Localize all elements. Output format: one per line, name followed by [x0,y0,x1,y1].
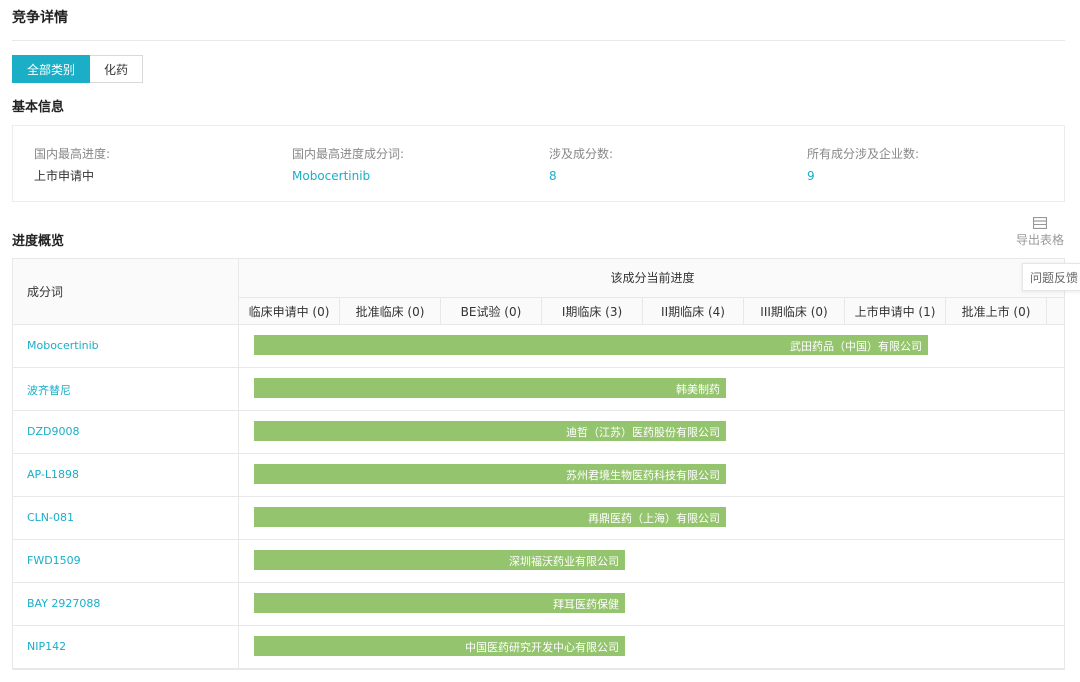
stage-header-cell: BE试验 (0) [441,297,542,325]
progress-table: 成分词 该成分当前进度 临床申请中 (0) 批准临床 (0) BE试验 (0) I期临… [12,258,1065,670]
progress-column-header: 该成分当前进度 临床申请中 (0) 批准临床 (0) BE试验 (0) I期临床 (3… [239,259,1064,325]
company-label: 迪哲（江苏）医药股份有限公司 [566,426,720,439]
table-row: Mobocertinib 武田药品（中国）有限公司 [13,325,1064,368]
table-row: DZD9008 迪哲（江苏）医药股份有限公司 [13,411,1064,454]
tab-all-categories[interactable]: 全部类别 [12,55,91,83]
stage-header-cell: 批准临床 (0) [340,297,441,325]
table-icon [1033,217,1047,229]
ingredient-link[interactable]: 波齐替尼 [27,382,71,398]
export-table-label: 导出表格 [1015,233,1064,247]
basic-info-panel: 国内最高进度: 上市申请中 国内最高进度成分词: Mobocertinib 涉及… [12,125,1065,202]
stage-header-cell: 上市申请中 (1) [845,297,946,325]
ingredient-link[interactable]: FWD1509 [27,554,81,567]
info-ingredient-count: 涉及成分数: 8 [549,146,613,184]
ingredient-link[interactable]: NIP142 [27,640,66,653]
table-row: FWD1509 深圳福沃药业有限公司 [13,540,1064,583]
basic-info-title: 基本信息 [12,100,65,115]
title-divider [12,40,1065,41]
stage-header-cell: 已 [1047,297,1064,325]
table-row: 波齐替尼 韩美制药 [13,368,1064,411]
ingredient-link[interactable]: BAY 2927088 [27,597,100,610]
progress-bar[interactable]: 苏州君境生物医药科技有限公司 [254,464,726,484]
info-label: 所有成分涉及企业数: [807,147,920,161]
stage-header-cell: 临床申请中 (0) [239,297,340,325]
progress-overview-title: 进度概览 [12,234,65,249]
ingredient-cell: AP-L1898 [13,454,239,496]
ingredient-link[interactable]: Mobocertinib [27,339,99,352]
export-table-button[interactable]: 导出表格 [1014,217,1066,248]
stage-header-cell: III期临床 (0) [744,297,845,325]
stage-header-cell: 批准上市 (0) [946,297,1047,325]
company-label: 中国医药研究开发中心有限公司 [465,641,619,654]
progress-bar[interactable]: 中国医药研究开发中心有限公司 [254,636,625,656]
table-row: BAY 2927088 拜耳医药保健 [13,583,1064,626]
table-row: CLN-081 再鼎医药（上海）有限公司 [13,497,1064,540]
table-row: NIP142 中国医药研究开发中心有限公司 [13,626,1064,669]
ingredient-cell: NIP142 [13,626,239,668]
ingredient-cell: BAY 2927088 [13,583,239,625]
stage-header-cell: II期临床 (4) [643,297,744,325]
info-value: 上市申请中 [34,169,95,183]
progress-bar[interactable]: 韩美制药 [254,378,726,398]
ingredient-link[interactable]: AP-L1898 [27,468,79,481]
company-label: 拜耳医药保健 [553,598,619,611]
ingredient-cell: Mobocertinib [13,325,239,367]
table-row: AP-L1898 苏州君境生物医药科技有限公司 [13,454,1064,497]
stage-header-cell: I期临床 (3) [542,297,643,325]
company-label: 韩美制药 [676,383,720,396]
ingredient-link[interactable]: DZD9008 [27,425,79,438]
ingredient-cell: CLN-081 [13,497,239,539]
tab-chemical-drug[interactable]: 化药 [90,55,144,83]
progress-bar[interactable]: 武田药品（中国）有限公司 [254,335,928,355]
info-value-link[interactable]: 9 [807,168,919,184]
category-tabs: 全部类别 化药 [12,55,144,83]
info-label: 涉及成分数: [549,147,614,161]
info-label: 国内最高进度成分词: [292,147,405,161]
info-highest-ingredient: 国内最高进度成分词: Mobocertinib [292,146,404,184]
progress-bar[interactable]: 拜耳医药保健 [254,593,625,613]
info-highest-progress: 国内最高进度: 上市申请中 [34,146,110,184]
feedback-button[interactable]: 问题反馈 [1022,263,1080,291]
progress-group-label: 该成分当前进度 [610,271,695,285]
page-title: 竞争详情 [12,10,68,26]
company-label: 深圳福沃药业有限公司 [509,555,619,568]
ingredient-column-header: 成分词 [13,259,239,325]
progress-bar[interactable]: 深圳福沃药业有限公司 [254,550,625,570]
progress-bar[interactable]: 迪哲（江苏）医药股份有限公司 [254,421,726,441]
progress-bar[interactable]: 再鼎医药（上海）有限公司 [254,507,726,527]
company-label: 苏州君境生物医药科技有限公司 [566,469,720,482]
company-label: 再鼎医药（上海）有限公司 [588,512,720,525]
company-label: 武田药品（中国）有限公司 [790,340,922,353]
ingredient-header-label: 成分词 [27,285,64,299]
info-label: 国内最高进度: [34,147,111,161]
info-value-link[interactable]: Mobocertinib [292,168,404,184]
ingredient-link[interactable]: CLN-081 [27,511,74,524]
ingredient-cell: DZD9008 [13,411,239,453]
ingredient-cell: 波齐替尼 [13,368,239,410]
info-company-count: 所有成分涉及企业数: 9 [807,146,919,184]
info-value-link[interactable]: 8 [549,168,613,184]
ingredient-cell: FWD1509 [13,540,239,582]
